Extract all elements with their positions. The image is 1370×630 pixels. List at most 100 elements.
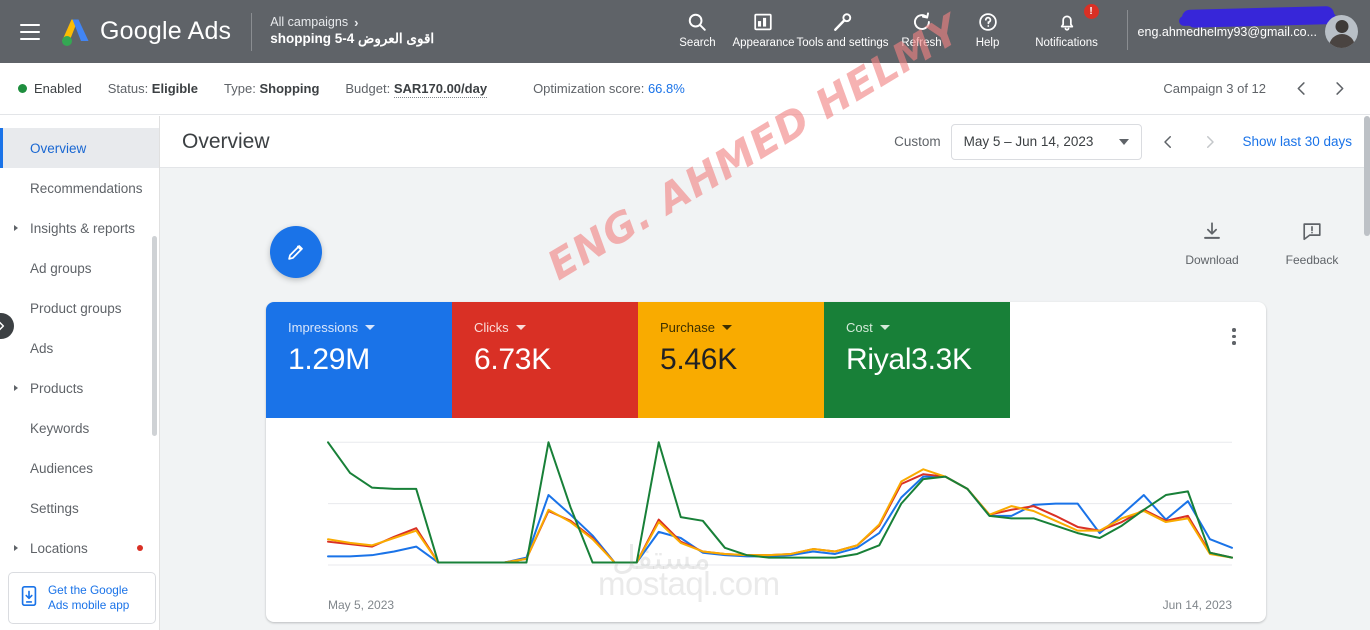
previous-period-button[interactable] <box>1152 126 1184 158</box>
topbar-divider <box>251 12 253 51</box>
topbar-divider-2 <box>1126 10 1128 50</box>
appearance-button[interactable]: Appearance <box>730 0 796 50</box>
sidebar-item-label: Overview <box>30 140 87 156</box>
page-scrollbar[interactable] <box>1364 116 1370 236</box>
mobile-app-line2: Ads mobile app <box>48 598 130 612</box>
sidebar-item-products[interactable]: Products <box>0 368 159 408</box>
tools-and-settings-button[interactable]: Tools and settings <box>796 0 889 50</box>
metric-value: 1.29M <box>288 343 370 376</box>
type-field: Type: Shopping <box>224 81 319 96</box>
search-button[interactable]: Search <box>664 0 730 50</box>
sidebar-item-ad-groups[interactable]: Ad groups <box>0 248 159 288</box>
chevron-down-icon <box>721 325 732 330</box>
chevron-right-icon <box>14 385 18 391</box>
optimization-value[interactable]: 66.8% <box>648 81 685 96</box>
top-navigation-bar: Google Ads All campaigns › اقوى العروض s… <box>0 0 1370 63</box>
metric-value: Riyal3.3K <box>846 343 972 376</box>
breadcrumb-campaign-name[interactable]: اقوى العروض shopping 5-4 <box>270 31 434 48</box>
sidebar-item-label: Keywords <box>30 420 90 436</box>
brand-title: Google Ads <box>100 17 232 45</box>
refresh-button[interactable]: Refresh <box>889 0 955 50</box>
sidebar-item-label: Recommendations <box>30 180 143 196</box>
sidebar-item-recommendations[interactable]: Recommendations <box>0 168 159 208</box>
sidebar-item-insights-reports[interactable]: Insights & reports <box>0 208 159 248</box>
chevron-down-icon <box>879 325 890 330</box>
metric-value: 5.46K <box>660 343 737 376</box>
chevron-down-icon <box>365 325 376 330</box>
show-last-30-days-link[interactable]: Show last 30 days <box>1242 134 1352 149</box>
enabled-dot-icon <box>18 84 27 93</box>
status-prefix: Status: <box>107 81 152 96</box>
chevron-down-icon <box>1119 138 1130 145</box>
overview-canvas: Download Feedback Impressions 1.29M Clic… <box>160 168 1370 630</box>
sidebar-item-keywords[interactable]: Keywords <box>0 408 159 448</box>
sidebar-item-label: Audiences <box>30 460 94 476</box>
help-label: Help <box>975 37 1000 49</box>
refresh-icon <box>911 9 933 35</box>
status-value: Eligible <box>151 81 199 96</box>
notifications-label: Notifications <box>1035 37 1098 49</box>
sidebar-scrollbar[interactable] <box>152 236 157 436</box>
download-icon <box>1201 220 1223 247</box>
date-range-picker[interactable]: May 5 – Jun 14, 2023 <box>950 123 1143 160</box>
metric-tile-purchase[interactable]: Purchase 5.46K <box>638 302 824 418</box>
metric-label: Purchase <box>660 320 715 335</box>
metric-label: Impressions <box>288 320 359 335</box>
optimization-prefix: Optimization score: <box>533 81 648 96</box>
edit-fab-button[interactable] <box>270 226 322 278</box>
feedback-label: Feedback <box>1285 253 1339 267</box>
chevron-right-icon <box>14 545 18 551</box>
sidebar-item-product-groups[interactable]: Product groups <box>0 288 159 328</box>
metric-label: Clicks <box>474 320 509 335</box>
mobile-app-promo[interactable]: Get the Google Ads mobile app <box>8 572 156 624</box>
feedback-icon <box>1301 220 1323 247</box>
redaction-scribble <box>1181 6 1334 26</box>
metric-tile-impressions[interactable]: Impressions 1.29M <box>266 302 452 418</box>
sidebar-item-locations[interactable]: Locations <box>0 528 159 568</box>
type-value: Shopping <box>259 81 320 96</box>
type-prefix: Type: <box>224 81 260 96</box>
download-label: Download <box>1185 253 1239 267</box>
bell-icon <box>1056 9 1078 35</box>
mobile-download-icon <box>19 585 39 612</box>
help-button[interactable]: Help <box>955 0 1021 50</box>
campaign-prev-button[interactable] <box>1284 72 1318 106</box>
campaign-status-bar: Enabled Status: Eligible Type: Shopping … <box>0 63 1370 115</box>
breadcrumb[interactable]: All campaigns › اقوى العروض shopping 5-4 <box>270 15 434 48</box>
feedback-button[interactable]: Feedback <box>1280 220 1344 267</box>
campaign-counter: Campaign 3 of 12 <box>1163 81 1266 96</box>
budget-field: Budget: SAR170.00/day <box>345 81 488 98</box>
campaign-next-button[interactable] <box>1322 72 1356 106</box>
chart-series-purchase <box>328 469 1232 562</box>
metric-tile-cost[interactable]: Cost Riyal3.3K <box>824 302 1010 418</box>
metric-tiles: Impressions 1.29M Clicks 6.73K Purchase … <box>266 302 1266 418</box>
download-button[interactable]: Download <box>1180 220 1244 267</box>
date-controls: Custom May 5 – Jun 14, 2023 Show last 30… <box>894 123 1356 160</box>
date-range-value: May 5 – Jun 14, 2023 <box>963 134 1094 149</box>
sidebar-item-settings[interactable]: Settings <box>0 488 159 528</box>
budget-prefix: Budget: <box>345 81 394 96</box>
metric-tile-clicks[interactable]: Clicks 6.73K <box>452 302 638 418</box>
enabled-label: Enabled <box>34 81 82 96</box>
sidebar-item-label: Settings <box>30 500 79 516</box>
page-header: Overview Custom May 5 – Jun 14, 2023 Sho… <box>160 116 1370 168</box>
budget-link[interactable]: SAR170.00/day <box>393 81 488 98</box>
sidebar-item-label: Ads <box>30 340 54 356</box>
tools-label: Tools and settings <box>796 37 889 49</box>
topbar-actions: Search Appearance Tools and settings Ref… <box>664 0 1370 63</box>
sidebar-item-overview[interactable]: Overview <box>0 128 159 168</box>
appearance-label: Appearance <box>732 37 795 49</box>
notifications-badge: ! <box>1083 4 1099 19</box>
notifications-button[interactable]: ! Notifications <box>1021 0 1113 50</box>
sidebar-item-ads[interactable]: Ads <box>0 328 159 368</box>
account-switcher[interactable]: eng.ahmedhelmy93@gmail.co... <box>1138 0 1370 63</box>
chart-axis-labels: May 5, 2023 Jun 14, 2023 <box>266 598 1266 612</box>
avatar[interactable] <box>1325 15 1358 48</box>
sidebar-item-audiences[interactable]: Audiences <box>0 448 159 488</box>
chart-series-cost <box>328 442 1232 562</box>
hamburger-menu-icon[interactable] <box>20 23 40 40</box>
google-ads-app: Google Ads All campaigns › اقوى العروض s… <box>0 0 1370 630</box>
breadcrumb-all-campaigns[interactable]: All campaigns <box>270 15 348 31</box>
sidebar-navigation: Overview Recommendations Insights & repo… <box>0 116 160 630</box>
card-kebab-menu[interactable] <box>1224 328 1244 345</box>
